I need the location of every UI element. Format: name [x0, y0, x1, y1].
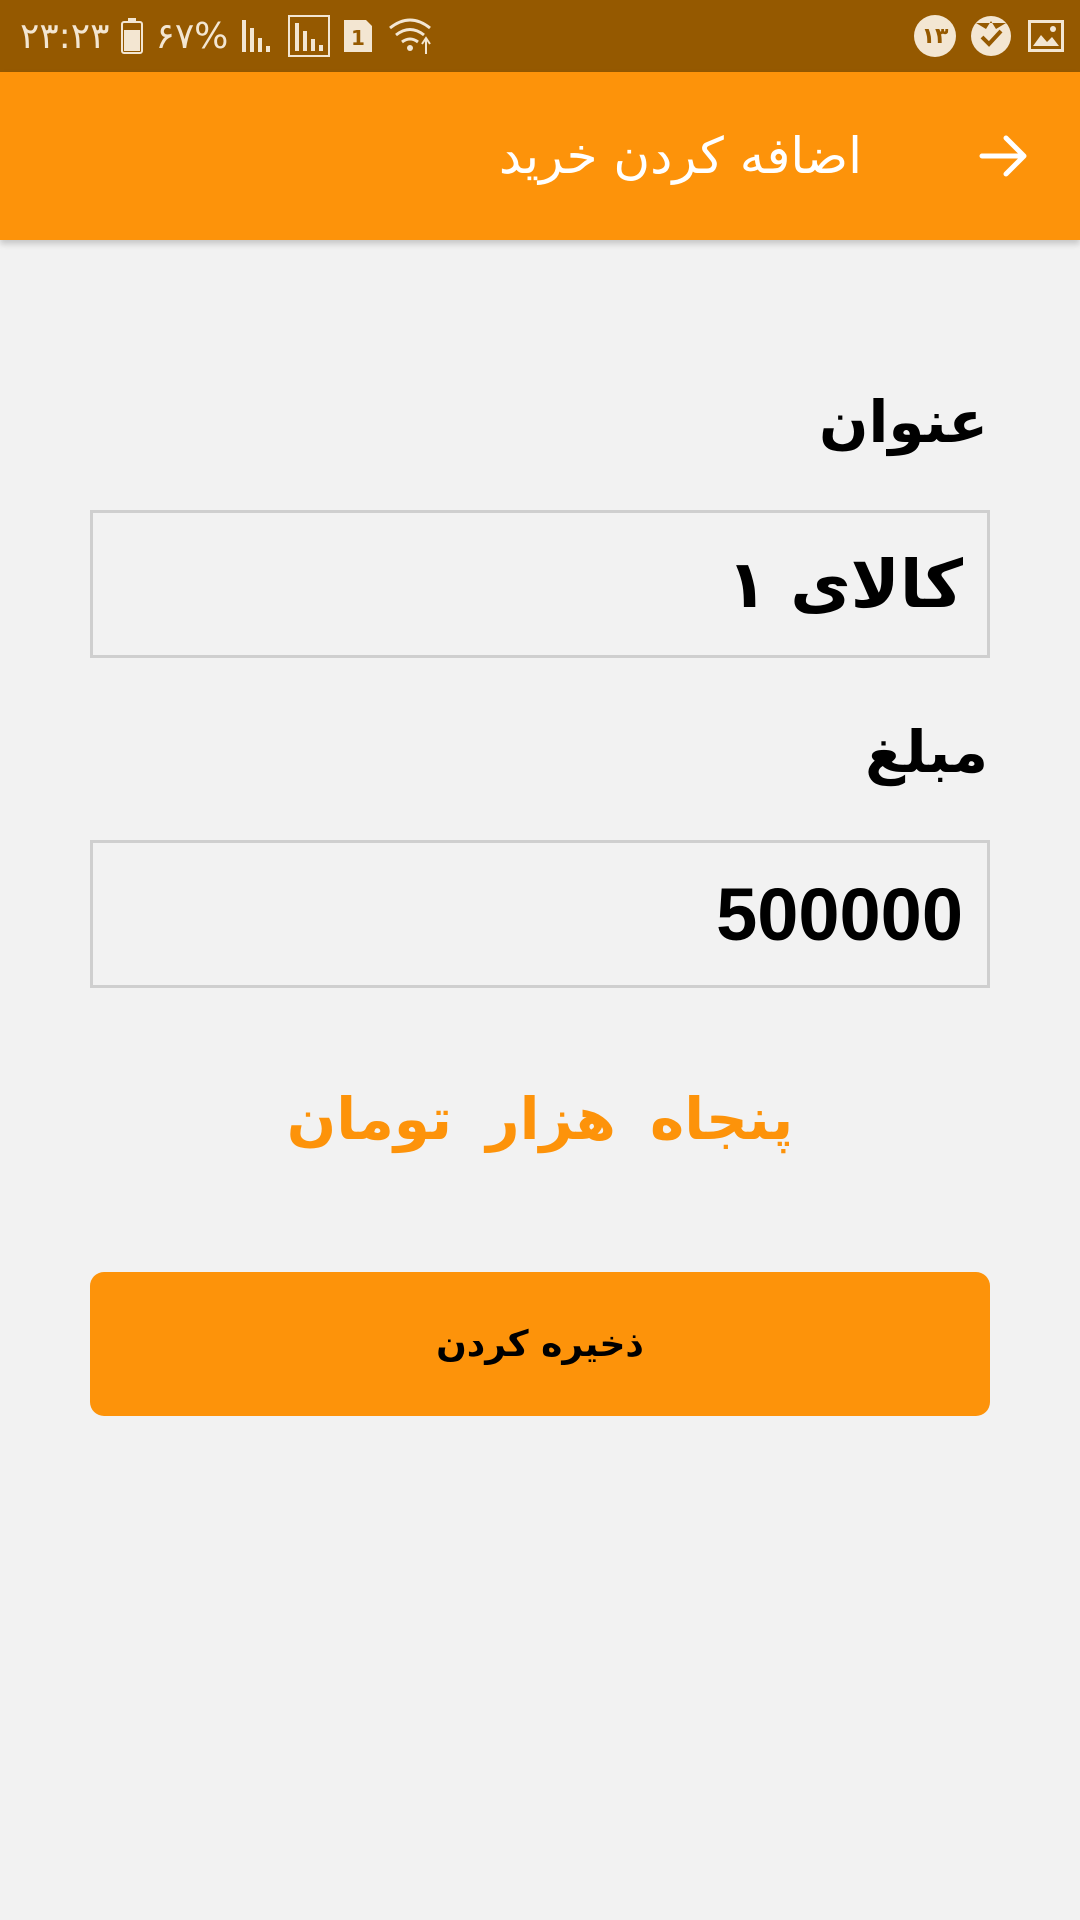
- amount-input[interactable]: [90, 840, 990, 988]
- save-button[interactable]: ذخیره کردن: [90, 1272, 990, 1416]
- status-bar: ۲۳:۲۳ ۶۷% 1 ۱۳: [0, 0, 1080, 72]
- wifi-icon: [386, 16, 434, 56]
- signal-outline-icon: [288, 15, 331, 57]
- sim-icon: 1: [342, 18, 374, 54]
- amount-in-words: پنجاه هزار تومان: [286, 1085, 794, 1153]
- amount-label: مبلغ: [865, 718, 988, 786]
- signal-icon: [240, 18, 276, 54]
- battery-icon: [121, 18, 144, 54]
- status-time: ۲۳:۲۳: [20, 15, 110, 57]
- app-bar: اضافه کردن خرید: [0, 72, 1080, 240]
- battery-percent: ۶۷%: [155, 15, 229, 57]
- notification-count-icon: ۱۳: [914, 15, 956, 57]
- sim-number: 1: [351, 26, 365, 50]
- status-bar-left: ۲۳:۲۳ ۶۷% 1: [20, 0, 434, 72]
- status-bar-right: ۱۳: [914, 0, 1066, 72]
- check-shield-icon: [970, 15, 1012, 57]
- image-icon: [1026, 16, 1066, 56]
- back-button[interactable]: [974, 126, 1034, 186]
- title-label: عنوان: [818, 388, 988, 456]
- page-title: اضافه کردن خرید: [498, 127, 862, 185]
- title-input[interactable]: [90, 510, 990, 658]
- arrow-right-icon: [979, 135, 1027, 177]
